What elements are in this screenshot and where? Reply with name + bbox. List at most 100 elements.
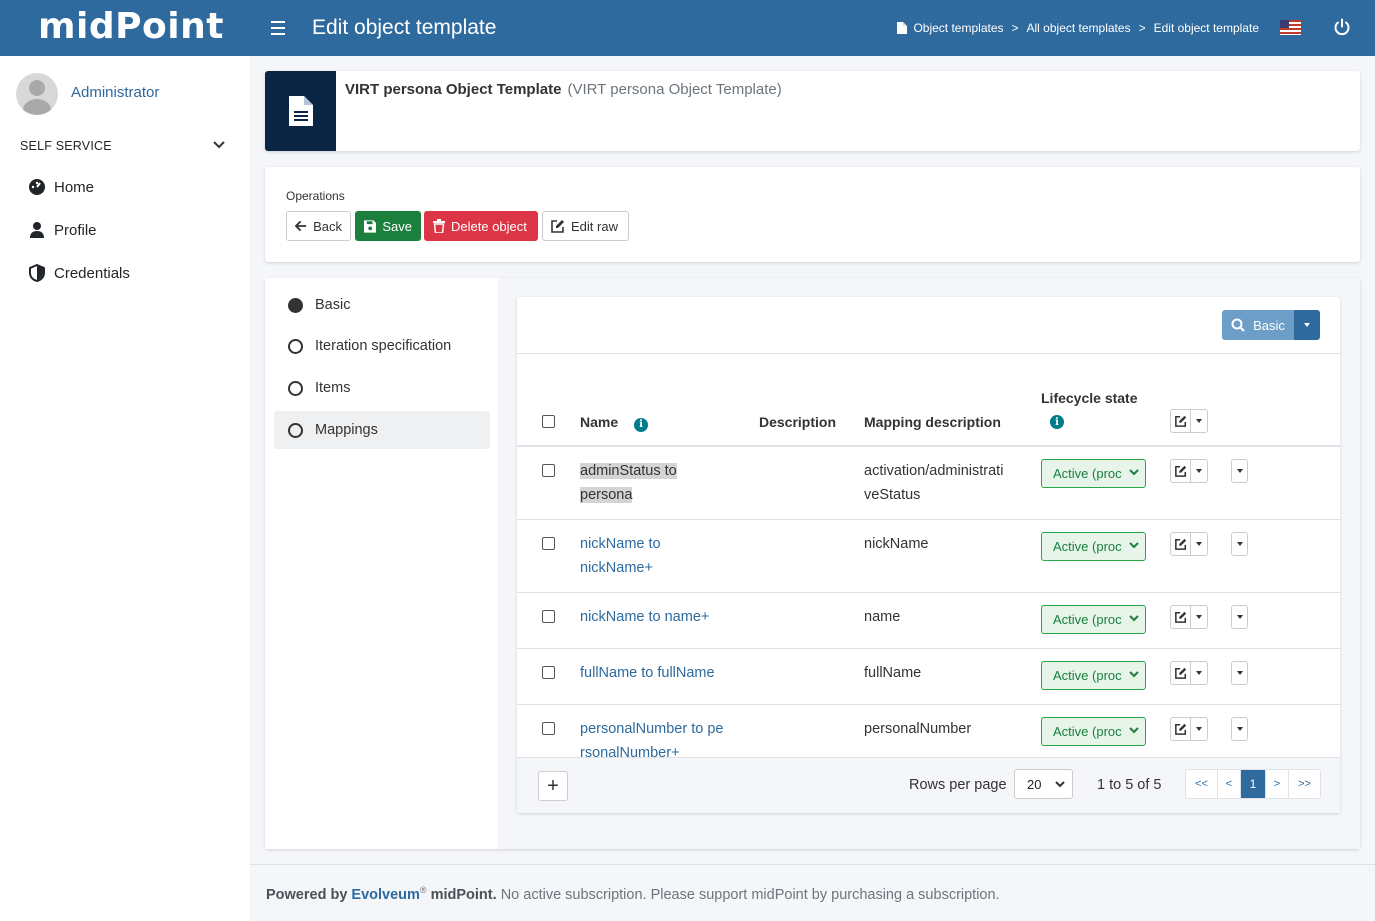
edit-icon	[1174, 611, 1186, 623]
radio-empty-icon	[288, 338, 303, 354]
column-header-lifecycle-state[interactable]: Lifecycle state	[1041, 390, 1138, 406]
evolveum-link[interactable]: Evolveum	[351, 887, 420, 903]
row-edit-dropdown[interactable]	[1170, 532, 1208, 556]
caret-down-icon	[1304, 323, 1310, 327]
row-edit-dropdown[interactable]	[1170, 717, 1208, 741]
column-header-description[interactable]: Description	[759, 414, 836, 430]
back-button-label: Back	[313, 218, 342, 234]
select-all-checkbox[interactable]	[542, 415, 555, 428]
tab-label: Mappings	[315, 422, 378, 438]
row-actions-dropdown[interactable]	[1231, 717, 1248, 741]
radio-filled-icon	[288, 297, 303, 313]
edit-icon	[1174, 723, 1186, 735]
sidebar-item-home[interactable]: Home	[28, 178, 94, 196]
details-navigation: Basic Iteration specification Items Mapp…	[265, 278, 498, 849]
divider	[517, 704, 1340, 705]
edit-icon	[1174, 465, 1186, 477]
mapping-name-link[interactable]: fullName to fullName	[580, 661, 745, 685]
back-button[interactable]: Back	[286, 211, 351, 241]
pagination-last[interactable]: >>	[1289, 770, 1320, 798]
column-actions-dropdown[interactable]	[1170, 409, 1208, 433]
row-actions-dropdown[interactable]	[1231, 661, 1248, 685]
tab-basic[interactable]: Basic	[274, 286, 490, 324]
top-header: midPoint Edit object template Object tem…	[0, 0, 1375, 56]
edit-icon	[1174, 415, 1186, 427]
pagination-next[interactable]: >	[1266, 770, 1289, 798]
tab-label: Basic	[315, 297, 351, 313]
row-checkbox[interactable]	[542, 537, 555, 550]
pagination-page-1[interactable]: 1	[1241, 770, 1266, 798]
menu-toggle-icon[interactable]	[271, 17, 291, 39]
pagination-prev[interactable]: <	[1218, 770, 1241, 798]
search-mode-button[interactable]: Basic	[1222, 310, 1320, 340]
row-edit-dropdown[interactable]	[1170, 605, 1208, 629]
rows-per-page-select[interactable]: 20	[1014, 769, 1073, 799]
divider	[517, 592, 1340, 593]
mapping-line: activation/administrati	[864, 463, 1004, 479]
lifecycle-state-select[interactable]: Active (proc	[1041, 605, 1146, 634]
row-checkbox[interactable]	[542, 610, 555, 623]
user-name-link[interactable]: Administrator	[71, 84, 159, 101]
lifecycle-state-select[interactable]: Active (proc	[1041, 459, 1146, 488]
tab-iteration-specification[interactable]: Iteration specification	[274, 327, 490, 365]
name-line: nickName+	[580, 560, 653, 576]
add-mapping-button[interactable]: +	[538, 771, 568, 801]
sidebar: Administrator SELF SERVICE Home Profile …	[0, 56, 250, 921]
tab-mappings[interactable]: Mappings	[274, 411, 490, 449]
caret-down-icon	[1196, 419, 1203, 423]
lifecycle-value: Active (proc	[1053, 668, 1122, 683]
self-service-section-header[interactable]: SELF SERVICE	[20, 139, 232, 153]
divider	[517, 445, 1340, 447]
breadcrumb-all-object-templates[interactable]: All object templates	[1027, 21, 1131, 35]
subscription-message: No active subscription. Please support m…	[500, 886, 1000, 903]
row-edit-dropdown[interactable]	[1170, 459, 1208, 483]
chevron-down-icon	[1129, 727, 1139, 734]
edit-raw-button[interactable]: Edit raw	[542, 211, 629, 241]
mappings-table: Basic Name i Description Mapping descrip…	[517, 297, 1340, 813]
search-mode-dropdown[interactable]	[1294, 310, 1320, 340]
row-edit-dropdown[interactable]	[1170, 661, 1208, 685]
row-checkbox[interactable]	[542, 722, 555, 735]
delete-object-button[interactable]: Delete object	[424, 211, 538, 241]
breadcrumb-edit-object-template[interactable]: Edit object template	[1154, 21, 1259, 35]
power-icon[interactable]	[1333, 18, 1351, 36]
save-button[interactable]: Save	[355, 211, 421, 241]
mapping-name-link[interactable]: adminStatus to persona	[580, 459, 745, 507]
lifecycle-state-select[interactable]: Active (proc	[1041, 532, 1146, 561]
caret-down-icon	[1236, 727, 1243, 731]
rows-per-page-value: 20	[1027, 776, 1042, 792]
mapping-description-cell: fullName	[864, 665, 922, 681]
column-header-mapping-description[interactable]: Mapping description	[864, 414, 1001, 430]
us-flag-icon[interactable]	[1280, 20, 1301, 35]
table-footer: + Rows per page 20 1 to 5 of 5 << < 1 > …	[517, 757, 1340, 813]
row-checkbox[interactable]	[542, 666, 555, 679]
powered-by-label: Powered by	[266, 886, 348, 903]
avatar[interactable]	[16, 73, 58, 115]
object-display-name: (VIRT persona Object Template)	[567, 81, 782, 98]
pagination-first[interactable]: <<	[1186, 770, 1218, 798]
breadcrumb-object-templates[interactable]: Object templates	[913, 21, 1003, 35]
page-footer: Powered by Evolveum® midPoint. No active…	[266, 885, 1000, 903]
info-icon[interactable]: i	[634, 417, 649, 432]
tab-items[interactable]: Items	[274, 369, 490, 407]
mapping-line: veStatus	[864, 487, 921, 503]
edit-raw-button-label: Edit raw	[571, 218, 618, 234]
dashboard-icon	[29, 179, 45, 195]
mapping-name-link[interactable]: nickName to name+	[580, 605, 745, 629]
sidebar-item-profile[interactable]: Profile	[28, 221, 97, 239]
row-checkbox[interactable]	[542, 464, 555, 477]
column-header-name[interactable]: Name i	[580, 414, 649, 432]
sidebar-item-credentials[interactable]: Credentials	[28, 264, 130, 282]
mapping-name-link[interactable]: nickName to nickName+	[580, 532, 745, 580]
lifecycle-state-select[interactable]: Active (proc	[1041, 661, 1146, 690]
row-actions-dropdown[interactable]	[1231, 605, 1248, 629]
name-line: nickName to	[580, 536, 661, 552]
midpoint-logo[interactable]: midPoint	[38, 6, 224, 47]
row-actions-dropdown[interactable]	[1231, 459, 1248, 483]
search-button[interactable]: Basic	[1222, 310, 1294, 340]
info-icon[interactable]: i	[1050, 415, 1064, 429]
pagination: << < 1 > >>	[1185, 769, 1321, 799]
sidebar-item-label: Credentials	[54, 264, 130, 282]
lifecycle-state-select[interactable]: Active (proc	[1041, 717, 1146, 746]
row-actions-dropdown[interactable]	[1231, 532, 1248, 556]
